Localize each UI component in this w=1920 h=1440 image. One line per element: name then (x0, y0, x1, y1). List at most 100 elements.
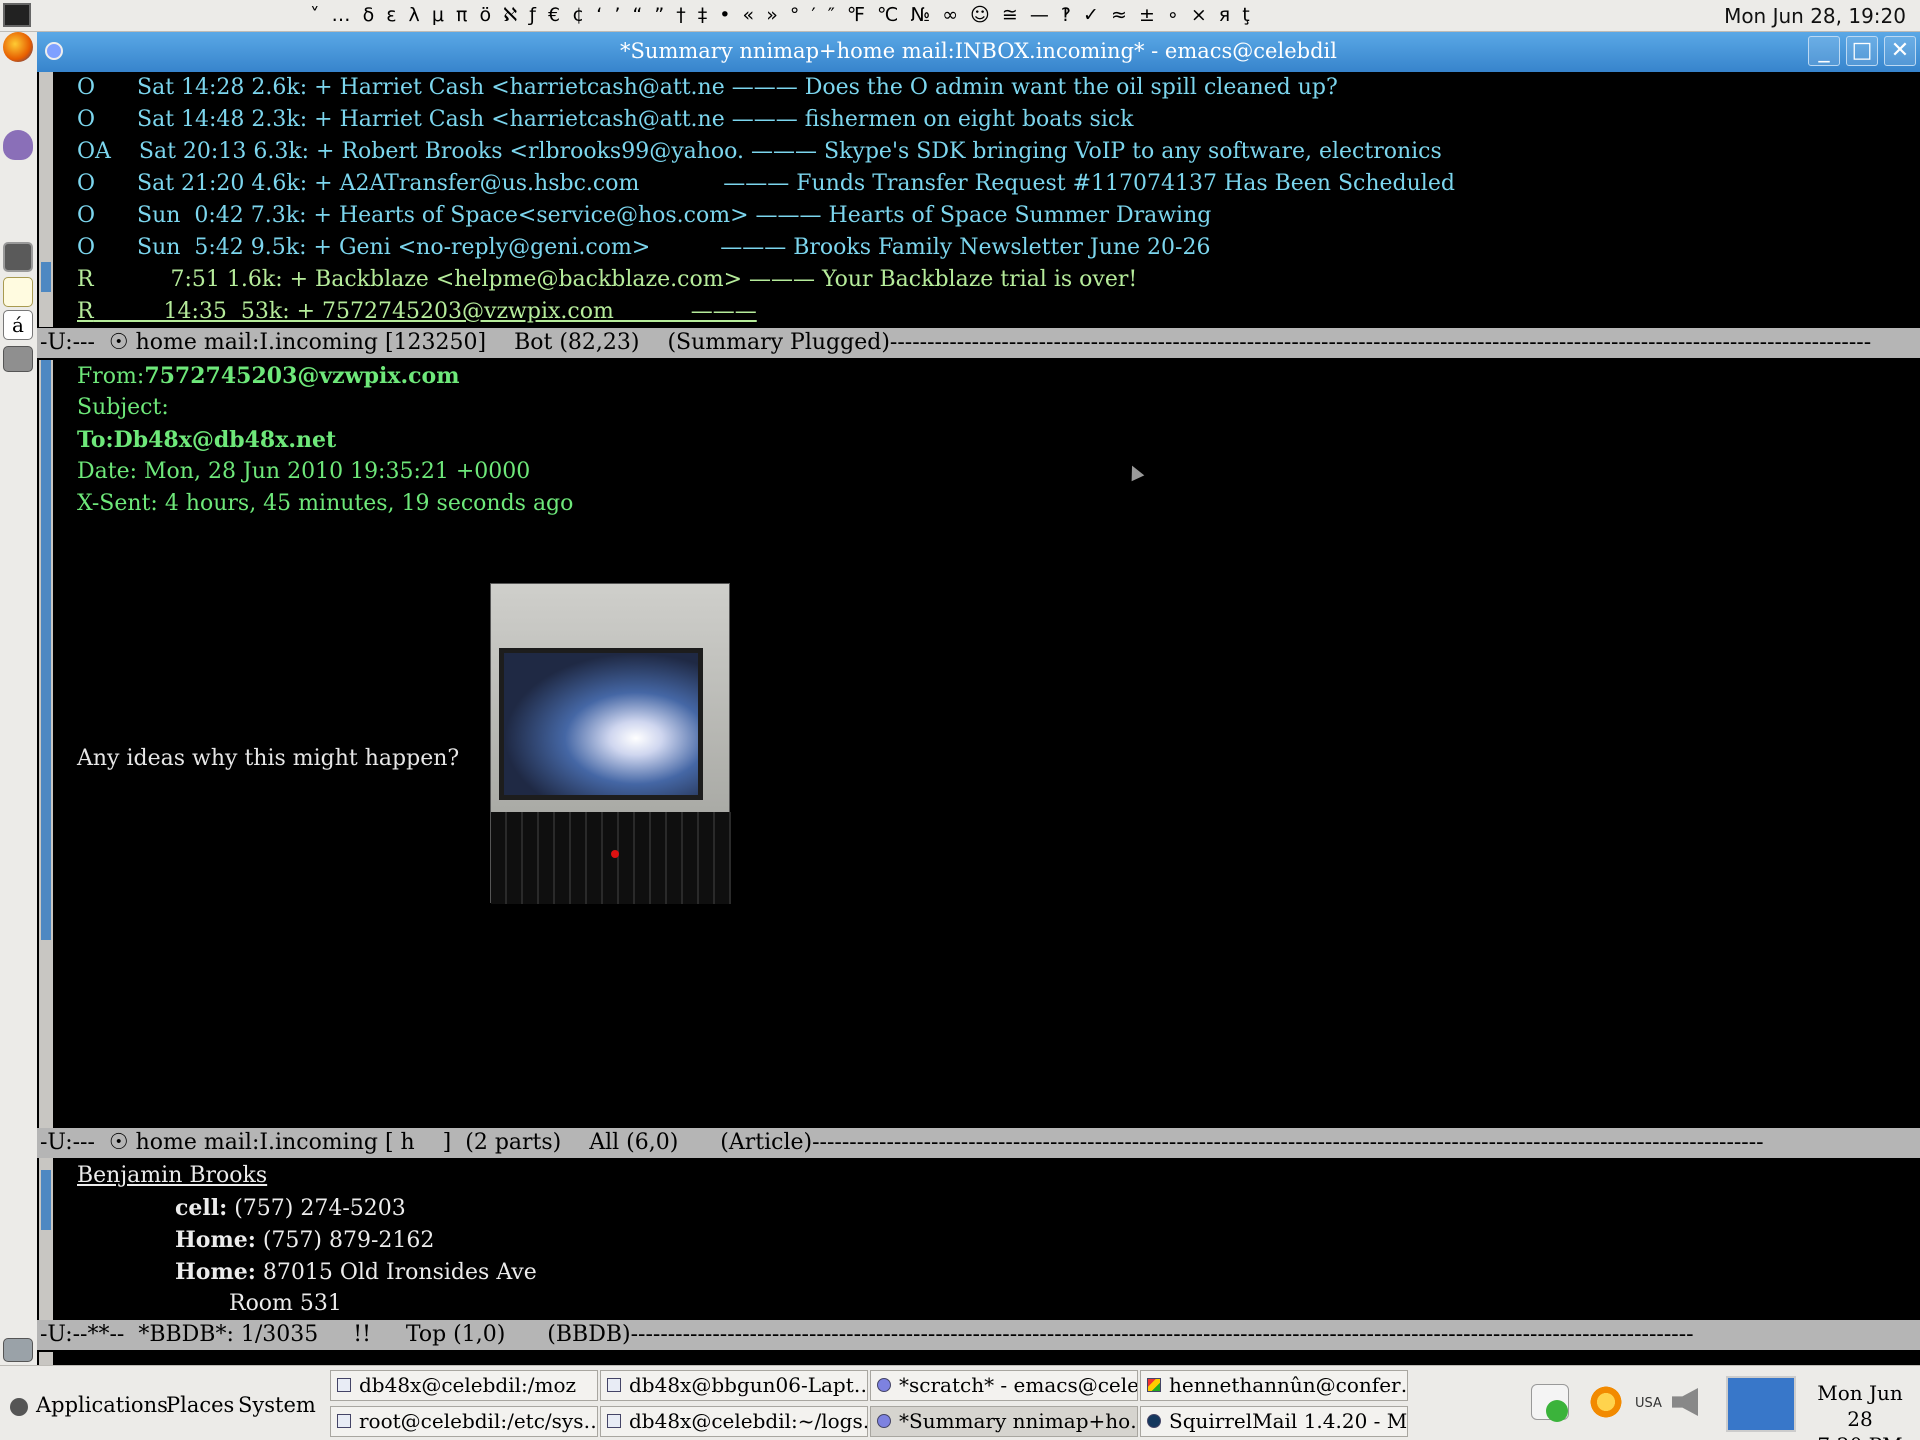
terminal-launcher-icon[interactable] (3, 3, 31, 27)
date-header: Date: Mon, 28 Jun 2010 19:35:21 +0000 (77, 459, 531, 484)
pidgin-icon[interactable] (3, 130, 33, 160)
taskbar-button[interactable]: db48x@celebdil:~/logs… (600, 1406, 868, 1437)
summary-text: Sun 0:42 7.3k: + Hearts of Space<service… (95, 203, 1212, 228)
keyboard-layout[interactable]: USA (1635, 1396, 1662, 1411)
summary-mode-line[interactable]: -U:--- ☉ home mail:I.incoming [123250] B… (37, 328, 1920, 358)
summary-mark: O (77, 75, 96, 100)
summary-mark: O (77, 171, 96, 196)
summary-line[interactable]: OA Sat 20:13 6.3k: + Robert Brooks <rlbr… (77, 136, 1442, 168)
weather-icon[interactable] (1588, 1384, 1624, 1420)
summary-line[interactable]: O Sun 0:42 7.3k: + Hearts of Space<servi… (77, 200, 1211, 232)
places-menu[interactable]: Places (166, 1393, 234, 1417)
emacs-frame: O Sat 14:28 2.6k: + Harriet Cash <harrie… (37, 72, 1920, 1365)
summary-mark: O (77, 203, 96, 228)
summary-text: Sat 14:48 2.3k: + Harriet Cash <harrietc… (95, 107, 1134, 132)
top-panel: ˅ … δ ε λ μ π ö ℵ ƒ € ¢ ‘ ’ “ ” † ‡ • « … (0, 0, 1920, 32)
home-label: Home: (175, 1227, 256, 1253)
applications-menu[interactable]: Applications (36, 1393, 168, 1417)
bbdb-name-line[interactable]: Benjamin Brooks (77, 1160, 267, 1192)
minimize-button[interactable]: _ (1808, 36, 1840, 66)
summary-line-current[interactable]: R 14:35 53k: + 7572745203@vzwpix.com ——— (77, 296, 757, 328)
text-editor-icon[interactable] (3, 277, 33, 307)
article-scroll-thumb[interactable] (41, 360, 51, 940)
taskbar-button[interactable]: root@celebdil:/etc/sys… (330, 1406, 598, 1437)
summary-mark: R (77, 299, 94, 324)
summary-scroll-thumb[interactable] (41, 262, 51, 292)
close-button[interactable]: ✕ (1884, 36, 1916, 66)
to-label: To: (77, 427, 114, 453)
from-value[interactable]: 7572745203@vzwpix.com (144, 363, 459, 389)
taskbar-button-active[interactable]: *Summary nnimap+ho… (870, 1406, 1138, 1437)
summary-scrollbar[interactable] (39, 72, 53, 327)
bbdb-mode-line[interactable]: -U:--**-- *BBDB*: 1/3035 !! Top (1,0) (B… (37, 1320, 1920, 1350)
taskbar-button[interactable]: SquirrelMail 1.4.20 - M… (1140, 1406, 1408, 1437)
summary-line[interactable]: O Sat 14:28 2.6k: + Harriet Cash <harrie… (77, 72, 1338, 104)
taskbar-label: db48x@bbgun06-Lapt… (629, 1373, 868, 1397)
taskbar-label: *Summary nnimap+ho… (899, 1409, 1138, 1433)
bbdb-scroll-thumb[interactable] (41, 1170, 51, 1230)
taskbar-button[interactable]: *scratch* - emacs@cele… (870, 1370, 1138, 1401)
volume-icon[interactable] (1672, 1388, 1698, 1416)
bottom-panel: Applications Places System db48x@celebdi… (0, 1365, 1920, 1440)
summary-line[interactable]: O Sat 14:48 2.3k: + Harriet Cash <harrie… (77, 104, 1134, 136)
laptop-trackpoint (611, 850, 619, 858)
firefox-icon[interactable] (3, 32, 33, 62)
summary-line[interactable]: R 7:51 1.6k: + Backblaze <helpme@backbla… (77, 264, 1137, 296)
article-mode-line[interactable]: -U:--- ☉ home mail:I.incoming [ h ] (2 p… (37, 1128, 1920, 1158)
chrome-icon (1147, 1378, 1161, 1392)
summary-mark: OA (77, 139, 111, 164)
emacs-icon (877, 1414, 891, 1428)
summary-text: Sat 14:28 2.6k: + Harriet Cash <harrietc… (95, 75, 1338, 100)
subject-label: Subject: (77, 395, 169, 420)
calendar-icon[interactable] (3, 1338, 33, 1362)
character-palette[interactable]: ˅ … δ ε λ μ π ö ℵ ƒ € ¢ ‘ ’ “ ” † ‡ • « … (310, 4, 1253, 26)
minibuffer-scrollbar[interactable] (39, 1352, 53, 1365)
summary-text: 7:51 1.6k: + Backblaze <helpme@backblaze… (93, 267, 1138, 292)
window-titlebar[interactable]: *Summary nnimap+home mail:INBOX.incoming… (37, 32, 1920, 72)
bbdb-cell-line: cell: (757) 274-5203 (175, 1192, 406, 1225)
maximize-button[interactable]: □ (1846, 36, 1878, 66)
laptop-screen (499, 648, 703, 800)
bbdb-name[interactable]: Benjamin Brooks (77, 1163, 267, 1188)
taskbar-button[interactable]: db48x@bbgun06-Lapt… (600, 1370, 868, 1401)
taskbar-label: db48x@celebdil:~/logs… (629, 1409, 868, 1433)
mms-photo-attachment[interactable] (490, 583, 731, 904)
top-clock[interactable]: Mon Jun 28, 19:20 (1724, 4, 1906, 28)
terminal-icon (607, 1378, 621, 1392)
taskbar-button[interactable]: hennethannûn@confer… (1140, 1370, 1408, 1401)
summary-text: Sat 20:13 6.3k: + Robert Brooks <rlbrook… (110, 139, 1442, 164)
subject-header: Subject: (77, 392, 169, 424)
summary-line[interactable]: O Sat 21:20 4.6k: + A2ATransfer@us.hsbc.… (77, 168, 1455, 200)
character-map-icon[interactable]: á (3, 310, 33, 340)
system-menu[interactable]: System (238, 1393, 316, 1417)
gnome-foot-icon[interactable] (10, 1398, 28, 1416)
taskbar-label: root@celebdil:/etc/sys… (359, 1409, 598, 1433)
left-launcher-dock: á (0, 32, 37, 1365)
cell-label: cell: (175, 1195, 228, 1221)
show-desktop-icon[interactable] (3, 346, 33, 372)
to-value[interactable]: Db48x@db48x.net (114, 427, 337, 453)
network-icon[interactable] (1726, 1376, 1796, 1432)
from-header[interactable]: From:7572745203@vzwpix.com (77, 360, 459, 393)
terminal-icon (337, 1378, 351, 1392)
squirrelmail-icon (1147, 1414, 1161, 1428)
summary-text: 14:35 53k: + 7572745203@vzwpix.com ——— (93, 299, 757, 324)
summary-line[interactable]: O Sun 5:42 9.5k: + Geni <no-reply@geni.c… (77, 232, 1210, 264)
bbdb-home-phone-line: Home: (757) 879-2162 (175, 1224, 434, 1257)
article-body-text: Any ideas why this might happen? (77, 746, 460, 771)
to-header[interactable]: To:Db48x@db48x.net (77, 424, 336, 457)
emacs-icon (877, 1378, 891, 1392)
summary-text: Sun 5:42 9.5k: + Geni <no-reply@geni.com… (95, 235, 1211, 260)
bottom-clock[interactable]: Mon Jun 28 7:20 PM (1806, 1380, 1914, 1440)
emacs-window: *Summary nnimap+home mail:INBOX.incoming… (37, 32, 1920, 1365)
x-sent-header: X-Sent: 4 hours, 45 minutes, 19 seconds … (77, 491, 574, 516)
home-address: 87015 Old Ironsides Ave (255, 1260, 537, 1285)
taskbar-button[interactable]: db48x@celebdil:/moz (330, 1370, 598, 1401)
calculator-icon[interactable] (3, 242, 33, 272)
laptop-keyboard (491, 812, 731, 904)
home-phone: (757) 879-2162 (255, 1228, 435, 1253)
bbdb-room-line: Room 531 (229, 1291, 342, 1316)
article-scrollbar[interactable] (39, 360, 53, 1160)
bbdb-scrollbar[interactable] (39, 1160, 53, 1320)
clock-date: Mon Jun 28 (1817, 1381, 1903, 1431)
